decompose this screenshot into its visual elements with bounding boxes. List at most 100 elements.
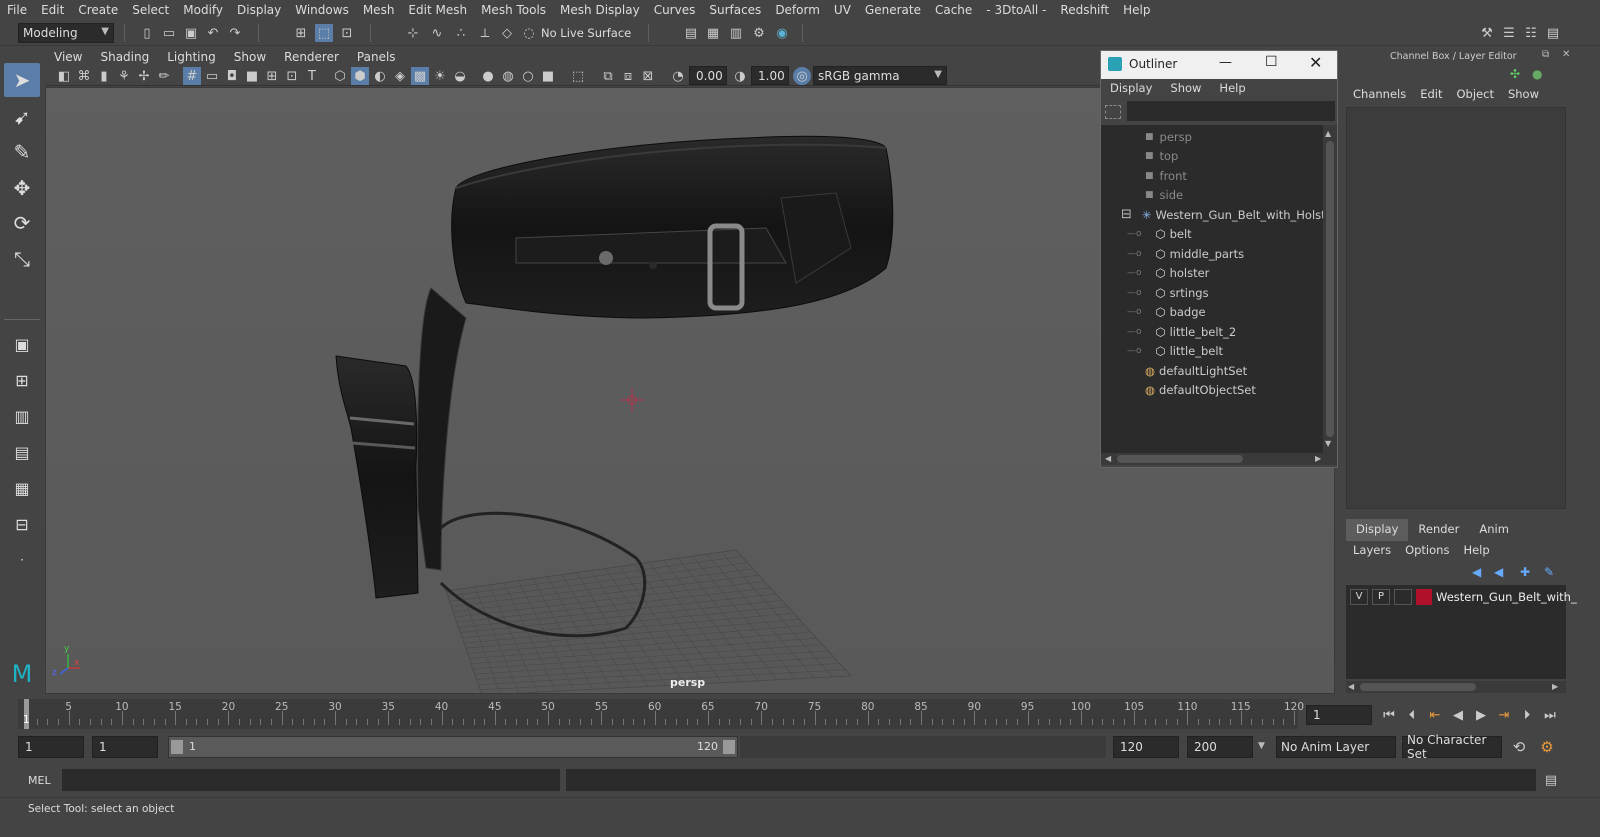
outliner-group-row[interactable]: ⊟ ✳ Western_Gun_Belt_with_Holster [1121,205,1323,224]
menu-item-help[interactable]: Help [1116,3,1157,17]
exposure-icon[interactable]: ◔ [669,67,687,85]
new-layer-icon[interactable]: ✚ [1520,565,1530,579]
viewport-menu-renderer[interactable]: Renderer [275,50,348,64]
rotate-tool-icon[interactable]: ⟳ [4,206,40,240]
select-component-icon[interactable]: ⊡ [338,24,356,42]
menu-item-edit-mesh[interactable]: Edit Mesh [401,3,474,17]
tool-settings-icon[interactable]: ☷ [1522,24,1540,42]
menu-item-curves[interactable]: Curves [647,3,703,17]
anim-layer-dropdown[interactable]: No Anim Layer▼ [1276,736,1409,758]
modeling-toolkit-icon[interactable]: ⚒ [1478,24,1496,42]
move-layer-down-icon[interactable]: ◀ [1494,565,1503,579]
menu-item-cache[interactable]: Cache [928,3,979,17]
node-layout-icon[interactable]: ⊟ [4,507,40,541]
outliner-mesh-row[interactable]: —o ⬡ little_belt_2 [1127,322,1236,341]
step-back-key-icon[interactable]: ⏴ [1403,706,1421,724]
menu-item-3dtoall[interactable]: - 3DtoAll - [979,3,1053,17]
outliner-mesh-row[interactable]: —o ⬡ belt [1127,225,1192,244]
outliner-camera-row[interactable]: ■ persp [1145,127,1192,146]
range-end-handle[interactable] [723,740,735,754]
float-panel-icon[interactable]: ⧉ [1542,49,1549,60]
outliner-camera-row[interactable]: ■ front [1145,166,1187,185]
camera-select-icon[interactable]: ◧ [55,67,73,85]
channelbox-menu-edit[interactable]: Edit [1413,87,1449,105]
gamma-icon[interactable]: ◑ [731,67,749,85]
menu-item-mesh[interactable]: Mesh [356,3,402,17]
menu-item-mesh-display[interactable]: Mesh Display [553,3,647,17]
snap-grid-icon[interactable]: ⊹ [404,24,422,42]
outliner-mesh-row[interactable]: —o ⬡ middle_parts [1127,244,1244,263]
outliner-set-row[interactable]: ◍ defaultObjectSet [1145,381,1256,400]
xray-icon[interactable]: ⧉ [599,67,617,85]
resolution-gate-icon[interactable]: ◘ [223,67,241,85]
field-chart-icon[interactable]: ⊞ [263,67,281,85]
shadows-icon[interactable]: ◒ [451,67,469,85]
menu-item-modify[interactable]: Modify [176,3,230,17]
minimize-icon[interactable]: — [1219,55,1232,70]
screen-space-ao-icon[interactable]: ● [479,67,497,85]
outliner-search-input[interactable] [1127,101,1335,121]
snap-together-icon[interactable]: ◌ [520,24,538,42]
channel-box-icon[interactable]: ▤ [1544,24,1562,42]
menu-item-edit[interactable]: Edit [34,3,71,17]
save-scene-icon[interactable]: ▣ [182,24,200,42]
xray-joints-icon[interactable]: ⧈ [619,67,637,85]
layer-name[interactable]: Western_Gun_Belt_with_ [1436,590,1577,604]
time-ruler[interactable]: 1510152025303540455055606570758085909510… [18,699,1304,729]
play-forward-icon[interactable]: ▶ [1472,706,1490,724]
range-slider-track[interactable] [740,736,1106,758]
attribute-editor-icon[interactable]: ☰ [1500,24,1518,42]
channel-keyframe-icon[interactable]: ● [1532,67,1542,81]
filter-icon[interactable] [1105,105,1121,119]
outliner-mesh-row[interactable]: —o ⬡ badge [1127,303,1206,322]
undo-icon[interactable]: ↶ [204,24,222,42]
film-gate-icon[interactable]: ▭ [203,67,221,85]
layer-menu-help[interactable]: Help [1456,543,1496,561]
snap-surface-icon[interactable]: ◇ [498,24,516,42]
menu-item-deform[interactable]: Deform [768,3,827,17]
anti-alias-icon[interactable]: ○ [519,67,537,85]
viewport-menu-shading[interactable]: Shading [91,50,158,64]
gamma-field[interactable]: 1.00 [751,66,789,85]
image-plane-icon[interactable]: ⚘ [115,67,133,85]
step-forward-frame-icon[interactable]: ⇥ [1495,706,1513,724]
menu-item-select[interactable]: Select [125,3,176,17]
layer-horizontal-scrollbar[interactable]: ◀ ▶ [1346,681,1566,693]
channelbox-menu-channels[interactable]: Channels [1346,87,1413,105]
hypershade-icon[interactable]: ◉ [773,24,791,42]
playback-start-field[interactable]: 1 [92,736,158,758]
new-scene-icon[interactable]: ▯ [138,24,156,42]
gate-mask-icon[interactable]: ■ [243,67,261,85]
layer-visibility-toggle[interactable]: V [1350,589,1368,605]
color-management-icon[interactable]: ◎ [793,67,811,85]
auto-key-icon[interactable]: ⟲ [1510,738,1528,756]
scroll-down-icon[interactable]: ▼ [1325,439,1331,448]
collapse-icon[interactable]: ⊟ [1121,207,1132,222]
menu-item-windows[interactable]: Windows [288,3,356,17]
single-pane-layout-icon[interactable]: ▣ [4,327,40,361]
scroll-right-icon[interactable]: ▶ [1552,682,1558,691]
camera-attr-icon[interactable]: ⌘ [75,67,93,85]
outliner-titlebar[interactable]: Outliner — ☐ ✕ [1101,51,1337,79]
menu-item-surfaces[interactable]: Surfaces [702,3,768,17]
snap-curve-icon[interactable]: ∿ [428,24,446,42]
scene-end-field[interactable]: 200 [1187,736,1253,758]
scroll-up-icon[interactable]: ▲ [1325,129,1331,138]
outliner-horizontal-scrollbar[interactable]: ◀ ▶ [1101,453,1337,465]
menu-item-mesh-tools[interactable]: Mesh Tools [474,3,553,17]
ipr-render-icon[interactable]: ▥ [727,24,745,42]
menu-item-display[interactable]: Display [230,3,288,17]
axis-toggle-icon[interactable]: ✣ [1510,67,1520,81]
graph-layout-icon[interactable]: ▤ [4,435,40,469]
menu-item-file[interactable]: File [0,3,34,17]
render-settings-icon[interactable]: ⚙ [750,24,768,42]
tab-render[interactable]: Render [1408,519,1469,541]
menu-set-dropdown[interactable]: Modeling ▼ [18,23,114,43]
two-d-pan-icon[interactable]: ✢ [135,67,153,85]
maximize-icon[interactable]: ☐ [1265,54,1278,70]
paint-select-icon[interactable]: ✎ [4,135,40,169]
scroll-right-icon[interactable]: ▶ [1315,454,1321,463]
preferences-icon[interactable]: ⚙ [1538,738,1556,756]
four-pane-layout-icon[interactable]: ⊞ [4,363,40,397]
go-to-start-icon[interactable]: ⏮ [1380,706,1398,724]
